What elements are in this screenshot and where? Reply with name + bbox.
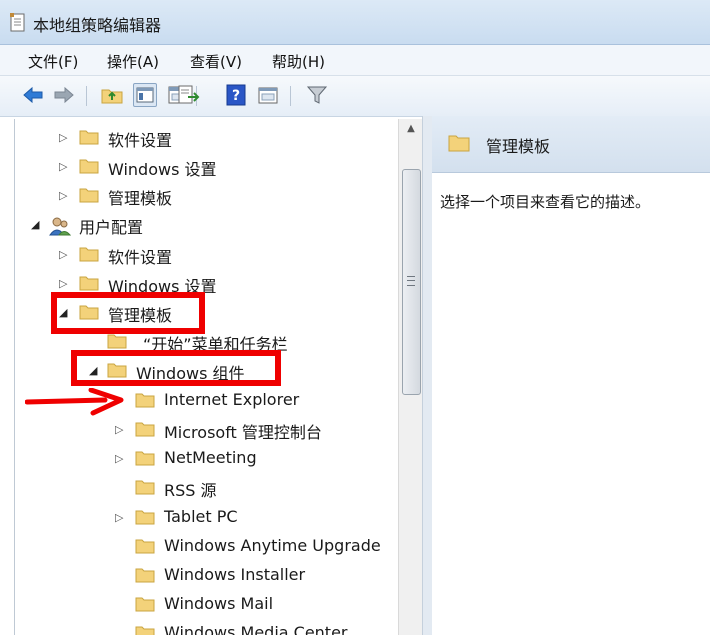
help-icon[interactable]: ? xyxy=(224,83,248,107)
tree-item-label: Tablet PC xyxy=(164,507,238,526)
expand-arrow-icon[interactable]: ▷ xyxy=(115,423,125,437)
tree-item[interactable]: ▷ 软件设置 xyxy=(15,126,395,152)
tree-item[interactable]: ▷ Tablet PC xyxy=(15,506,395,532)
folder-icon xyxy=(135,626,155,635)
users-icon xyxy=(49,217,71,236)
title-bar[interactable]: 本地组策略编辑器 xyxy=(0,0,710,45)
expand-arrow-icon[interactable]: ▷ xyxy=(59,277,69,291)
folder-icon xyxy=(135,510,155,525)
menu-bar: 文件(F) 操作(A) 查看(V) 帮助(H) xyxy=(0,45,710,76)
expand-arrow-icon[interactable]: ▷ xyxy=(59,189,69,203)
tree-item-label: Windows 设置 xyxy=(108,160,217,179)
grip-icon xyxy=(407,276,415,286)
folder-icon xyxy=(79,130,99,145)
tree-item-label: Windows Media Center xyxy=(164,623,348,635)
highlight-box-admin-templates xyxy=(51,292,205,334)
tree-item-label: 软件设置 xyxy=(108,248,173,267)
tree-item[interactable]: ▷ 软件设置 xyxy=(15,243,395,269)
show-hide-tree-icon xyxy=(136,87,154,103)
tree-item[interactable]: RSS 源 xyxy=(15,476,395,502)
group-policy-editor-window: 本地组策略编辑器 文件(F) 操作(A) 查看(V) 帮助(H) ? ▷ 软件设… xyxy=(0,0,710,635)
tree-item[interactable]: Windows Mail xyxy=(15,593,395,619)
folder-icon xyxy=(79,159,99,174)
tree-item-label: NetMeeting xyxy=(164,448,257,467)
tree-item-label: Microsoft 管理控制台 xyxy=(164,423,322,442)
folder-icon xyxy=(135,393,155,408)
menu-action[interactable]: 操作(A) xyxy=(105,51,161,72)
menu-help[interactable]: 帮助(H) xyxy=(270,51,327,72)
show-hide-tree-button[interactable] xyxy=(133,83,157,107)
tree-item-label: 用户配置 xyxy=(79,218,144,237)
toolbar-separator xyxy=(86,86,87,106)
highlight-box-windows-components xyxy=(71,350,281,386)
filter-icon[interactable] xyxy=(305,83,329,107)
collapse-arrow-icon[interactable]: ◢ xyxy=(31,218,41,232)
folder-icon xyxy=(79,188,99,203)
tree-item-user-configuration[interactable]: ◢ 用户配置 xyxy=(15,213,395,239)
folder-icon xyxy=(79,276,99,291)
tree-item[interactable]: ▷ 管理模板 xyxy=(15,184,395,210)
folder-icon xyxy=(135,422,155,437)
expand-arrow-icon[interactable]: ▷ xyxy=(115,452,125,466)
tree-item-label: 管理模板 xyxy=(108,189,173,208)
folder-icon xyxy=(79,247,99,262)
window-title: 本地组策略编辑器 xyxy=(33,16,162,35)
tree-item-label: Windows Anytime Upgrade xyxy=(164,536,381,555)
tree-item-label: RSS 源 xyxy=(164,481,217,500)
export-list-icon[interactable] xyxy=(176,83,200,107)
forward-arrow-icon[interactable] xyxy=(52,83,76,107)
folder-icon xyxy=(448,135,470,152)
tree-item-label: Windows Installer xyxy=(164,565,306,584)
toolbar-separator xyxy=(290,86,291,106)
red-arrow-icon xyxy=(25,388,124,416)
folder-icon xyxy=(135,539,155,554)
back-arrow-icon[interactable] xyxy=(21,83,45,107)
expand-arrow-icon[interactable]: ▷ xyxy=(59,248,69,262)
up-folder-icon[interactable] xyxy=(100,83,124,107)
tree-item[interactable]: ▷ Microsoft 管理控制台 xyxy=(15,418,395,444)
details-header: 管理模板 xyxy=(432,116,710,173)
expand-arrow-icon[interactable]: ▷ xyxy=(59,160,69,174)
expand-arrow-icon[interactable]: ▷ xyxy=(59,131,69,145)
folder-icon xyxy=(135,597,155,612)
tree-item[interactable]: Windows Anytime Upgrade xyxy=(15,535,399,561)
scroll-up-arrow-icon[interactable]: ▲ xyxy=(399,119,423,139)
folder-icon xyxy=(135,568,155,583)
tree-scrollbar[interactable]: ▲ xyxy=(398,119,423,635)
expand-arrow-icon[interactable]: ▷ xyxy=(115,511,125,525)
tree-item-label: Internet Explorer xyxy=(164,390,300,409)
properties-icon[interactable] xyxy=(256,83,280,107)
svg-text:?: ? xyxy=(232,88,240,104)
toolbar: ? xyxy=(0,76,710,117)
folder-icon xyxy=(135,480,155,495)
tree-item[interactable]: Windows Installer xyxy=(15,564,395,590)
folder-icon xyxy=(135,451,155,466)
details-description: 选择一个项目来查看它的描述。 xyxy=(440,193,651,211)
folder-icon xyxy=(107,334,127,349)
details-pane: 管理模板 选择一个项目来查看它的描述。 xyxy=(432,116,710,635)
tree-item[interactable]: Windows Media Center xyxy=(15,622,395,635)
tree-item-label: Windows Mail xyxy=(164,594,274,613)
menu-view[interactable]: 查看(V) xyxy=(188,51,244,72)
menu-file[interactable]: 文件(F) xyxy=(26,51,80,72)
tree-item[interactable]: ▷ Windows 设置 xyxy=(15,155,395,181)
tree-item-label: 软件设置 xyxy=(108,131,173,150)
details-title: 管理模板 xyxy=(486,137,551,156)
scrollbar-thumb[interactable] xyxy=(402,169,421,395)
policy-document-icon xyxy=(10,13,25,32)
tree-item[interactable]: ▷ NetMeeting xyxy=(15,447,395,473)
